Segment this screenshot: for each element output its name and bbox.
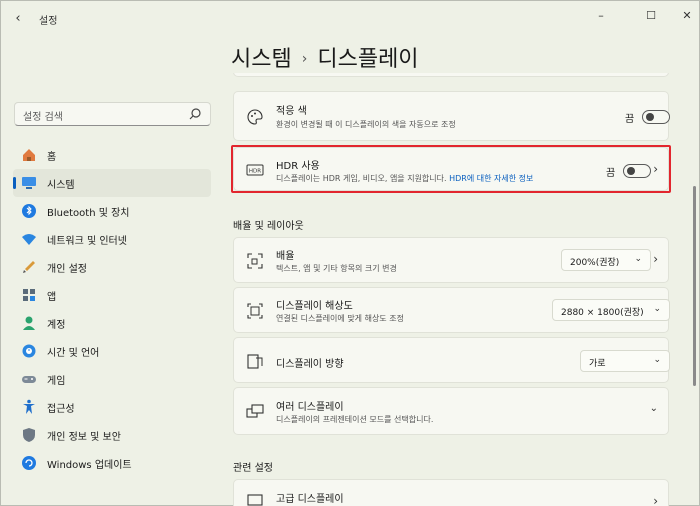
orientation-value: 가로 [589, 359, 606, 369]
section-related: 관련 설정 [233, 463, 273, 474]
sidebar-item-label: 시스템 [47, 179, 75, 191]
sidebar-item-accounts[interactable]: 계정 [13, 309, 211, 337]
sidebar-item-network[interactable]: 네트워크 및 인터넷 [13, 225, 211, 253]
sidebar-item-gaming[interactable]: 게임 [13, 365, 211, 393]
previous-card [233, 73, 669, 77]
orientation-icon [247, 354, 263, 369]
resolution-icon [247, 303, 263, 319]
scale-value: 200%(권장) [570, 258, 620, 268]
title-bar: ‹ 설정 – ☐ ✕ [1, 1, 699, 35]
scale-dropdown[interactable]: 200%(권장) ⌄ [561, 249, 651, 271]
sidebar-item-label: 접근성 [47, 403, 75, 415]
active-indicator [13, 177, 16, 189]
maximize-button[interactable]: ☐ [631, 5, 671, 25]
multiple-displays-card[interactable]: 여러 디스플레이 디스플레이의 프레젠테이션 모드를 선택합니다. ⌄ [233, 387, 669, 435]
resolution-desc: 연결된 디스플레이에 맞게 해상도 조정 [276, 314, 404, 323]
resolution-card[interactable]: 디스플레이 해상도 연결된 디스플레이에 맞게 해상도 조정 2880 × 18… [233, 287, 670, 333]
advanced-display-title: 고급 디스플레이 [276, 494, 344, 505]
search-input[interactable]: 설정 검색 [14, 102, 211, 126]
breadcrumb-separator: › [301, 51, 308, 67]
section-scale-layout: 배율 및 레이아웃 [233, 221, 304, 232]
sidebar-item-label: 앱 [47, 291, 57, 303]
settings-content: 적응 색 환경이 변경될 때 이 디스플레이의 색을 자동으로 조정 끔 HDR… [231, 73, 681, 506]
sidebar-item-label: 개인 정보 및 보안 [47, 431, 121, 443]
chevron-right-icon[interactable]: › [653, 252, 658, 266]
sidebar-item-system[interactable]: 시스템 [13, 169, 211, 197]
sidebar-item-bluetooth[interactable]: Bluetooth 및 장치 [13, 197, 211, 225]
brush-icon [21, 259, 37, 275]
apps-icon [21, 287, 37, 303]
scale-icon [247, 253, 263, 269]
scrollbar[interactable] [693, 41, 697, 501]
advanced-display-card[interactable]: 고급 디스플레이 › [233, 479, 669, 506]
sidebar-item-label: 게임 [47, 375, 66, 387]
accessibility-icon [21, 399, 37, 415]
scale-desc: 텍스트, 앱 및 기타 항목의 크기 변경 [276, 264, 397, 273]
chevron-down-icon: ⌄ [653, 304, 661, 314]
adaptive-color-toggle[interactable] [642, 110, 670, 124]
orientation-dropdown[interactable]: 가로 ⌄ [580, 350, 670, 372]
adaptive-color-title: 적응 색 [276, 106, 307, 117]
scrollbar-thumb[interactable] [693, 186, 696, 386]
resolution-dropdown[interactable]: 2880 × 1800(권장) ⌄ [552, 299, 670, 321]
bluetooth-icon [21, 203, 37, 219]
sidebar-item-label: 계정 [47, 319, 66, 331]
sidebar-item-label: 네트워크 및 인터넷 [47, 235, 127, 247]
sidebar-item-label: Bluetooth 및 장치 [47, 207, 130, 219]
sidebar-item-windows-update[interactable]: Windows 업데이트 [13, 449, 211, 477]
hdr-highlight-box [231, 145, 671, 193]
breadcrumb: 시스템 › 디스플레이 [231, 41, 419, 73]
breadcrumb-parent[interactable]: 시스템 [231, 47, 292, 72]
palette-icon [247, 109, 263, 125]
sidebar-item-personalization[interactable]: 개인 설정 [13, 253, 211, 281]
app-title: 설정 [39, 16, 58, 27]
chevron-down-icon: ⌄ [653, 355, 661, 365]
multiple-displays-title: 여러 디스플레이 [276, 402, 344, 413]
multiple-displays-icon [246, 404, 264, 418]
sidebar-nav: 홈 시스템 Bluetooth 및 장치 네트워크 및 인터넷 개인 설정 앱 … [13, 141, 211, 477]
search-icon [189, 108, 201, 120]
scale-card[interactable]: 배율 텍스트, 앱 및 기타 항목의 크기 변경 200%(권장) ⌄ › [233, 237, 669, 283]
advanced-display-icon [247, 494, 263, 506]
minimize-button[interactable]: – [581, 5, 621, 25]
globe-clock-icon [21, 343, 37, 359]
orientation-card[interactable]: 디스플레이 방향 가로 ⌄ [233, 337, 670, 383]
close-button[interactable]: ✕ [667, 5, 700, 25]
update-icon [21, 455, 37, 471]
sidebar-item-home[interactable]: 홈 [13, 141, 211, 169]
page-title: 디스플레이 [317, 47, 419, 72]
sidebar-item-accessibility[interactable]: 접근성 [13, 393, 211, 421]
adaptive-color-card[interactable]: 적응 색 환경이 변경될 때 이 디스플레이의 색을 자동으로 조정 끔 [233, 91, 670, 141]
chevron-down-icon[interactable]: ⌄ [650, 403, 658, 414]
adaptive-color-toggle-label: 끔 [625, 114, 635, 125]
sidebar-item-time-language[interactable]: 시간 및 언어 [13, 337, 211, 365]
resolution-value: 2880 × 1800(권장) [561, 308, 644, 318]
multiple-displays-desc: 디스플레이의 프레젠테이션 모드를 선택합니다. [276, 415, 434, 424]
adaptive-color-desc: 환경이 변경될 때 이 디스플레이의 색을 자동으로 조정 [276, 120, 456, 129]
chevron-right-icon[interactable]: › [653, 494, 658, 506]
shield-icon [21, 427, 37, 443]
sidebar-item-apps[interactable]: 앱 [13, 281, 211, 309]
sidebar-item-label: 개인 설정 [47, 263, 87, 275]
scale-title: 배율 [276, 251, 295, 262]
network-icon [21, 231, 37, 247]
sidebar-item-label: 시간 및 언어 [47, 347, 100, 359]
sidebar-item-privacy[interactable]: 개인 정보 및 보안 [13, 421, 211, 449]
gamepad-icon [21, 371, 37, 387]
settings-window: ‹ 설정 – ☐ ✕ 설정 검색 홈 시스템 Bluetooth 및 장치 네트… [0, 0, 700, 506]
home-icon [21, 147, 37, 163]
chevron-down-icon: ⌄ [634, 254, 642, 264]
sidebar-item-label: Windows 업데이트 [47, 459, 132, 471]
search-placeholder: 설정 검색 [23, 112, 63, 123]
back-arrow-icon[interactable]: ‹ [9, 9, 27, 27]
sidebar-item-label: 홈 [47, 151, 57, 163]
orientation-title: 디스플레이 방향 [276, 359, 344, 370]
account-icon [21, 315, 37, 331]
system-icon [21, 175, 37, 191]
resolution-title: 디스플레이 해상도 [276, 301, 353, 312]
